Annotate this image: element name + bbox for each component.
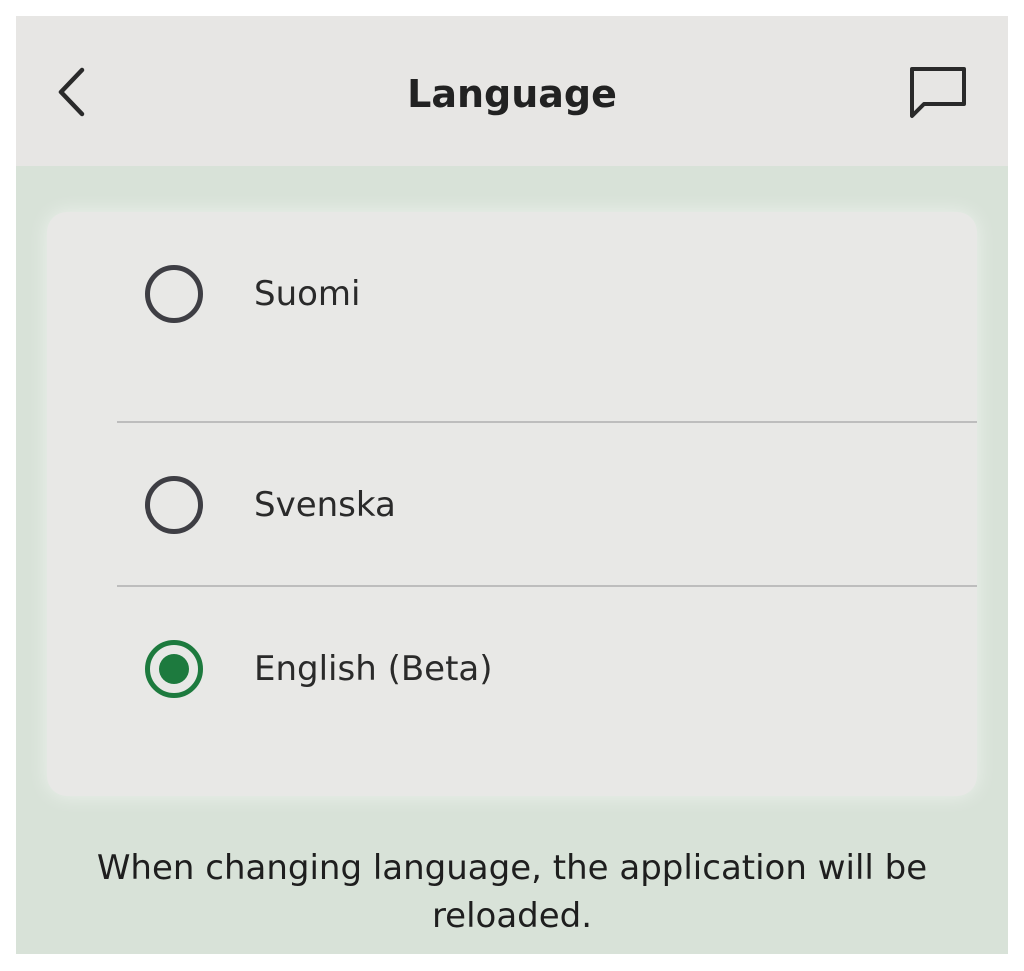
language-option-english[interactable]: English (Beta) <box>47 587 977 751</box>
chevron-left-icon <box>58 67 85 117</box>
page-title: Language <box>407 72 617 116</box>
app-header: Language <box>16 16 1008 166</box>
language-screen: Language Suomi Svenska English (Beta) Wh… <box>16 16 1008 954</box>
radio-unchecked-icon[interactable] <box>145 265 203 323</box>
language-option-label: English (Beta) <box>254 649 493 689</box>
reload-notice: When changing language, the application … <box>96 848 928 936</box>
chat-bubble-icon <box>910 67 966 118</box>
back-button[interactable] <box>46 62 96 122</box>
language-options-card: Suomi Svenska English (Beta) <box>47 212 977 796</box>
language-option-suomi[interactable]: Suomi <box>47 212 977 376</box>
radio-checked-icon[interactable] <box>145 640 203 698</box>
feedback-button[interactable] <box>902 60 974 124</box>
radio-unchecked-icon[interactable] <box>145 476 203 534</box>
language-option-label: Svenska <box>254 485 396 525</box>
language-option-svenska[interactable]: Svenska <box>47 423 977 587</box>
language-option-label: Suomi <box>254 274 361 314</box>
